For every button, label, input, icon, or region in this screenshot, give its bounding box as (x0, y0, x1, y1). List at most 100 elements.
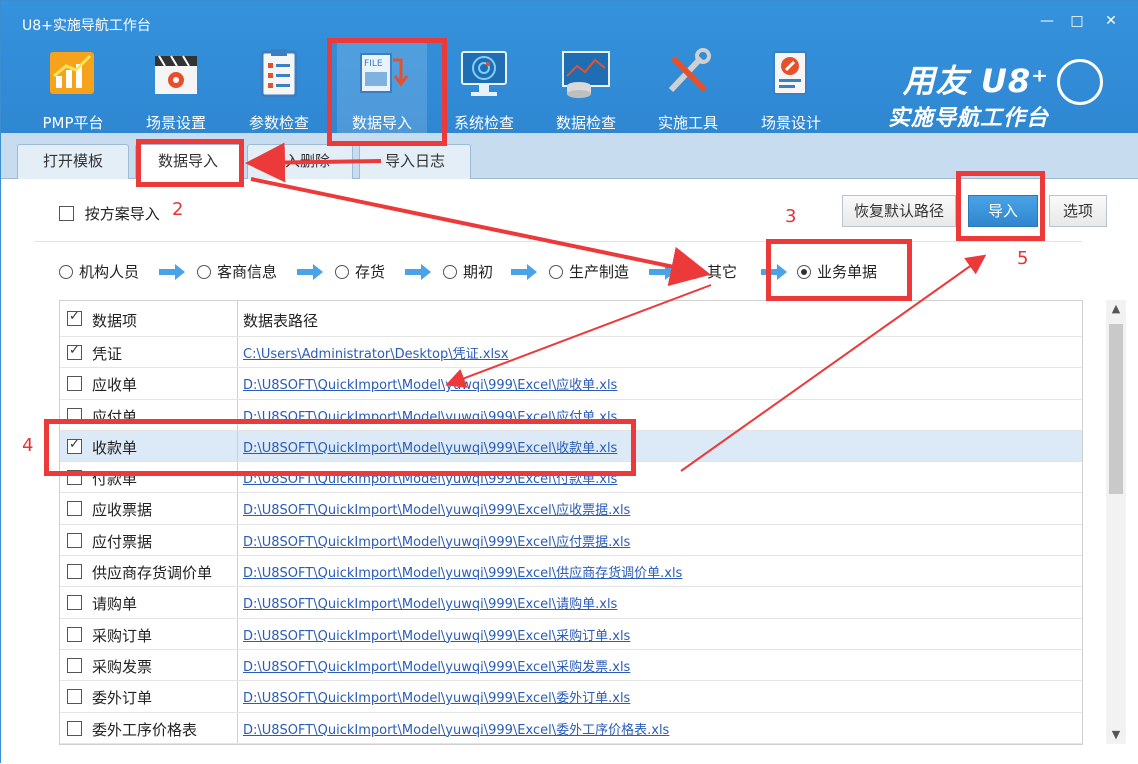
table-row[interactable]: 请购单 D:\U8SOFT\QuickImport\Model\yuwqi\999… (60, 587, 1082, 619)
step-radio[interactable] (197, 264, 211, 279)
step-radio[interactable] (443, 264, 457, 279)
data-item-name: 应付票据 (92, 532, 153, 551)
toolbar-area: U8+实施导航工作台 — □ ✕ PMP平台 场景设置 参数检查 FILE 数据… (1, 1, 1138, 133)
data-path-link[interactable]: D:\U8SOFT\QuickImport\Model\yuwqi\999\Ex… (243, 593, 617, 612)
toolbar-impl-tools[interactable]: 实施工具 (643, 41, 733, 133)
data-item-name: 凭证 (92, 345, 123, 363)
row-checkbox[interactable] (67, 689, 82, 705)
arrow-right-icon (405, 264, 431, 280)
row-checkbox[interactable] (67, 595, 82, 611)
annotation-box-tab (136, 139, 244, 187)
table-row[interactable]: 供应商存货调价单 D:\U8SOFT\QuickImport\Model\yuwq… (60, 556, 1082, 588)
data-item-cell: 应收单 (60, 368, 238, 399)
row-checkbox[interactable] (67, 376, 82, 392)
divider (34, 241, 1082, 242)
table-row[interactable]: 应收票据 D:\U8SOFT\QuickImport\Model\yuwqi\99… (60, 493, 1082, 525)
table-row[interactable]: 委外工序价格表 D:\U8SOFT\QuickImport\Model\yuwqi… (60, 712, 1082, 744)
table-row[interactable]: 应收单 D:\U8SOFT\QuickImport\Model\yuwqi\999… (60, 368, 1082, 400)
tab-import-delete[interactable]: 导入删除 (247, 144, 353, 179)
data-item-cell: 采购发票 (60, 649, 238, 681)
vertical-scrollbar[interactable]: ▲ ▼ (1106, 300, 1126, 744)
toolbar-label: 数据检查 (555, 114, 616, 132)
data-item-cell: 请购单 (60, 587, 238, 618)
table-row[interactable]: 应付票据 D:\U8SOFT\QuickImport\Model\yuwqi\99… (60, 524, 1082, 557)
row-checkbox[interactable] (67, 564, 82, 580)
toolbar-system-check[interactable]: 系统检查 (439, 41, 529, 133)
data-path-link[interactable]: C:\Users\Administrator\Desktop\凭证.xlsx (243, 343, 509, 362)
tab-open-template[interactable]: 打开模板 (17, 144, 129, 179)
scroll-down-icon[interactable]: ▼ (1106, 726, 1126, 744)
database-chart-icon (562, 51, 610, 98)
monitor-radar-icon (461, 51, 507, 96)
step-other[interactable]: 其它 (687, 261, 737, 282)
annotation-number: 5 (1017, 248, 1029, 269)
step-opening[interactable]: 期初 (443, 261, 493, 282)
arrow-right-icon (511, 264, 537, 280)
scene-settings-icon (155, 55, 197, 94)
toolbar-scene-design[interactable]: 场景设计 (746, 41, 836, 133)
data-path-link[interactable]: D:\U8SOFT\QuickImport\Model\yuwqi\999\Ex… (243, 625, 630, 644)
step-radio[interactable] (549, 264, 563, 279)
row-checkbox[interactable] (67, 720, 82, 736)
table-row[interactable]: 委外订单 D:\U8SOFT\QuickImport\Model\yuwqi\99… (60, 681, 1082, 713)
by-plan-checkbox[interactable] (59, 206, 74, 221)
data-item-name: 应收票据 (92, 501, 153, 520)
minimize-button[interactable]: — (1037, 11, 1057, 31)
table-row[interactable]: 采购发票 D:\U8SOFT\QuickImport\Model\yuwqi\99… (60, 649, 1082, 682)
data-item-cell: 应收票据 (60, 493, 238, 524)
select-all-checkbox[interactable] (67, 309, 82, 326)
data-path-link[interactable]: D:\U8SOFT\QuickImport\Model\yuwqi\999\Ex… (243, 687, 630, 706)
row-checkbox[interactable] (67, 626, 82, 642)
toolbar-label: 实施工具 (657, 114, 718, 132)
step-customer-vendor[interactable]: 客商信息 (197, 261, 277, 282)
row-checkbox[interactable] (67, 501, 82, 517)
data-item-cell: 供应商存货调价单 (60, 556, 238, 587)
scroll-thumb[interactable] (1109, 324, 1123, 494)
data-path-link[interactable]: D:\U8SOFT\QuickImport\Model\yuwqi\999\Ex… (243, 374, 617, 393)
row-checkbox[interactable] (67, 532, 82, 548)
step-label: 机构人员 (79, 263, 140, 281)
step-radio[interactable] (59, 264, 73, 279)
row-checkbox[interactable] (67, 343, 82, 360)
data-item-name: 采购发票 (92, 657, 153, 676)
toolbar-pmp-platform[interactable]: PMP平台 (28, 41, 118, 133)
table-header: 数据项 数据表路径 (60, 301, 1082, 337)
data-path-link[interactable]: D:\U8SOFT\QuickImport\Model\yuwqi\999\Ex… (243, 719, 669, 738)
data-item-name: 请购单 (92, 595, 138, 614)
step-org-staff[interactable]: 机构人员 (59, 261, 139, 282)
data-item-cell: 委外工序价格表 (60, 712, 238, 743)
tab-import-log[interactable]: 导入日志 (359, 144, 471, 179)
options-button[interactable]: 选项 (1049, 195, 1107, 227)
data-path-link[interactable]: D:\U8SOFT\QuickImport\Model\yuwqi\999\Ex… (243, 499, 630, 518)
brand-line2: 实施导航工作台 (887, 106, 1049, 131)
data-item-cell: 凭证 (60, 337, 238, 368)
row-checkbox[interactable] (67, 657, 82, 673)
toolbar-label: 系统检查 (453, 114, 514, 132)
column-header: 数据表路径 (243, 312, 319, 330)
by-plan-option[interactable]: 按方案导入 (59, 203, 160, 224)
table-row[interactable]: 凭证 C:\Users\Administrator\Desktop\凭证.xlsx (60, 337, 1082, 369)
window-title: U8+实施导航工作台 (22, 18, 151, 34)
app-window: U8+实施导航工作台 — □ ✕ PMP平台 场景设置 参数检查 FILE 数据… (0, 0, 1138, 764)
step-manufacturing[interactable]: 生产制造 (549, 261, 629, 282)
table-row[interactable]: 采购订单 D:\U8SOFT\QuickImport\Model\yuwqi\99… (60, 618, 1082, 650)
scroll-up-icon[interactable]: ▲ (1106, 300, 1126, 318)
step-label: 期初 (463, 263, 494, 281)
close-button[interactable]: ✕ (1101, 11, 1121, 31)
data-path-link[interactable]: D:\U8SOFT\QuickImport\Model\yuwqi\999\Ex… (243, 656, 630, 675)
step-radio[interactable] (335, 264, 349, 279)
step-inventory[interactable]: 存货 (335, 261, 385, 282)
toolbar-param-check[interactable]: 参数检查 (234, 41, 324, 133)
by-plan-label: 按方案导入 (84, 205, 160, 223)
toolbar-label: 场景设置 (145, 114, 206, 132)
maximize-button[interactable]: □ (1067, 11, 1087, 31)
restore-default-path-button[interactable]: 恢复默认路径 (842, 195, 956, 227)
toolbar-scene-settings[interactable]: 场景设置 (131, 41, 221, 133)
annotation-box-import (956, 171, 1045, 241)
step-radio[interactable] (687, 264, 701, 279)
toolbar-data-check[interactable]: 数据检查 (541, 41, 631, 133)
data-path-link[interactable]: D:\U8SOFT\QuickImport\Model\yuwqi\999\Ex… (243, 531, 630, 550)
step-label: 其它 (707, 263, 738, 281)
data-path-link[interactable]: D:\U8SOFT\QuickImport\Model\yuwqi\999\Ex… (243, 562, 682, 581)
arrow-right-icon (649, 264, 675, 280)
